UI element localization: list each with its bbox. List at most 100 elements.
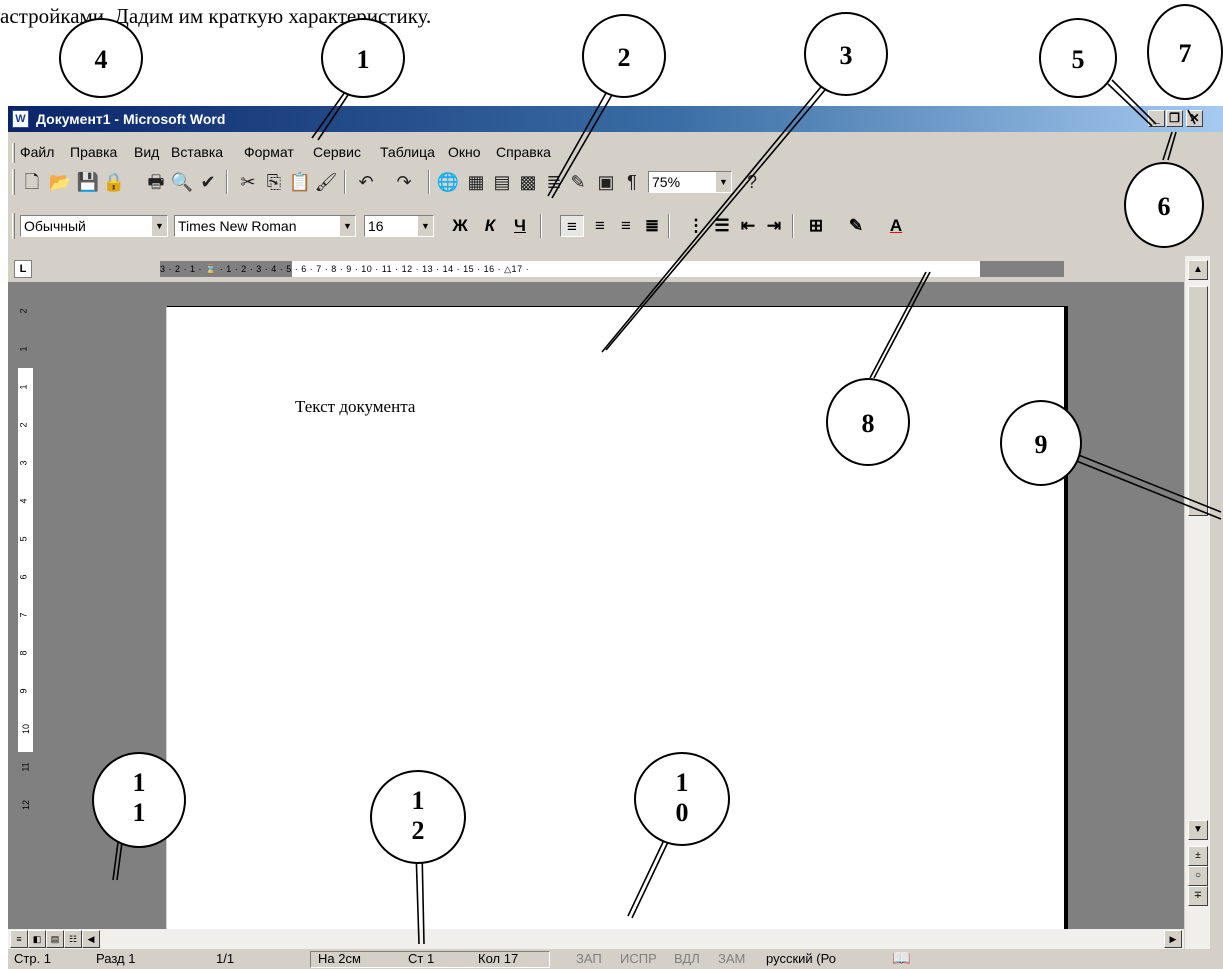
zoom-combo[interactable]: 75% ▼ <box>648 171 732 193</box>
paste-icon[interactable]: 📋 <box>288 170 312 194</box>
scroll-up-icon[interactable]: ▲ <box>1188 260 1208 280</box>
align-left-icon[interactable]: ≡ <box>560 215 584 237</box>
help-icon[interactable]: ? <box>740 170 764 194</box>
browse-object-icon[interactable]: ○ <box>1188 866 1208 886</box>
scroll-thumb[interactable] <box>1188 286 1208 516</box>
print-icon[interactable]: 🖶 <box>144 170 168 194</box>
callout-10-digit-2: 0 <box>675 798 689 827</box>
callout-10-digit-1: 1 <box>675 768 689 797</box>
minimize-button[interactable]: _ <box>1148 110 1165 127</box>
toolbar-grip[interactable] <box>12 169 15 195</box>
document-area: 2 1 1 2 3 4 5 6 7 8 9 10 11 12 Текст документа <box>8 282 1184 929</box>
toolbar-separator <box>668 214 670 238</box>
horizontal-scrollbar[interactable]: ≡ ◧ ▤ ☷ ◀ ▶ <box>8 929 1184 949</box>
menu-insert[interactable]: Вставка <box>171 144 223 160</box>
menu-view[interactable]: Вид <box>134 144 159 160</box>
menu-file[interactable]: Файл <box>20 144 54 160</box>
show-formatting-icon[interactable]: ¶ <box>620 170 644 194</box>
font-combo[interactable]: Times New Roman ▼ <box>174 215 356 237</box>
decrease-indent-icon[interactable]: ⇤ <box>736 215 760 237</box>
underline-button[interactable]: Ч <box>508 215 532 237</box>
status-col: Кол 17 <box>478 951 519 966</box>
undo-icon[interactable]: ↶ <box>354 170 378 194</box>
borders-icon[interactable]: ⊞ <box>804 215 828 237</box>
chevron-down-icon[interactable]: ▼ <box>339 216 355 236</box>
insert-table-icon[interactable]: ▤ <box>490 170 514 194</box>
status-ovr[interactable]: ЗАМ <box>718 949 745 969</box>
next-page-icon[interactable]: ∓ <box>1188 886 1208 906</box>
vertical-ruler-number: 6 <box>18 574 29 580</box>
increase-indent-icon[interactable]: ⇥ <box>762 215 786 237</box>
columns-icon[interactable]: ≣ <box>542 170 566 194</box>
normal-view-icon[interactable]: ≡ <box>10 930 28 948</box>
tab-selector[interactable]: L <box>14 260 32 278</box>
menu-format[interactable]: Формат <box>244 144 294 160</box>
style-combo[interactable]: Обычный ▼ <box>20 215 168 237</box>
new-icon[interactable]: 🗋 <box>20 170 44 194</box>
menu-tools[interactable]: Сервис <box>313 144 361 160</box>
hyperlink-icon[interactable]: 🌐 <box>436 170 460 194</box>
title-bar[interactable]: W Документ1 - Microsoft Word _ ❐ ✕ <box>8 106 1223 132</box>
scroll-right-icon[interactable]: ▶ <box>1164 930 1182 948</box>
toolbar-grip[interactable] <box>12 213 15 239</box>
document-map-icon[interactable]: ▣ <box>594 170 618 194</box>
save-icon[interactable]: 💾 <box>76 170 100 194</box>
size-combo[interactable]: 16 ▼ <box>364 215 434 237</box>
status-trk[interactable]: ИСПР <box>620 949 657 969</box>
align-right-icon[interactable]: ≡ <box>614 215 638 237</box>
scroll-left-icon[interactable]: ◀ <box>82 930 100 948</box>
chevron-down-icon[interactable]: ▼ <box>417 216 433 236</box>
print-layout-icon[interactable]: ▤ <box>46 930 64 948</box>
copy-icon[interactable]: ⎘ <box>262 170 286 194</box>
size-value: 16 <box>368 218 384 234</box>
menu-table[interactable]: Таблица <box>380 144 435 160</box>
status-rec[interactable]: ЗАП <box>576 949 602 969</box>
callout-4: 4 <box>59 18 143 98</box>
word-icon[interactable]: W <box>12 110 29 128</box>
spelling-status-icon[interactable]: 📖 <box>892 949 911 969</box>
web-view-icon[interactable]: ◧ <box>28 930 46 948</box>
document-page[interactable]: Текст документа <box>166 306 1068 929</box>
status-ext[interactable]: ВДЛ <box>674 949 700 969</box>
bullets-icon[interactable]: ☰ <box>710 215 734 237</box>
close-button[interactable]: ✕ <box>1186 110 1203 127</box>
permission-icon[interactable]: 🔒 <box>102 170 126 194</box>
callout-12-digit-1: 1 <box>411 786 425 815</box>
menu-grip[interactable] <box>12 143 15 163</box>
cut-icon[interactable]: ✂ <box>236 170 260 194</box>
tables-borders-icon[interactable]: ▦ <box>464 170 488 194</box>
italic-button[interactable]: К <box>478 215 502 237</box>
drawing-icon[interactable]: ✎ <box>566 170 590 194</box>
scroll-down-icon[interactable]: ▼ <box>1188 820 1208 840</box>
chevron-down-icon[interactable]: ▼ <box>151 216 167 236</box>
insert-excel-icon[interactable]: ▩ <box>516 170 540 194</box>
horizontal-ruler[interactable]: 3 · 2 · 1 · ⌛ · 1 · 2 · 3 · 4 · 5 · 6 · … <box>160 261 1064 277</box>
bold-button[interactable]: Ж <box>448 215 472 237</box>
redo-icon[interactable]: ↷ <box>392 170 416 194</box>
justify-icon[interactable]: ≣ <box>640 215 664 237</box>
document-text[interactable]: Текст документа <box>295 397 415 417</box>
vertical-scrollbar[interactable]: ▲ ▼ ± ○ ∓ <box>1184 256 1210 949</box>
vertical-ruler-number: 2 <box>18 308 29 314</box>
outline-view-icon[interactable]: ☷ <box>64 930 82 948</box>
ruler-numbers: 3 · 2 · 1 · ⌛ · 1 · 2 · 3 · 4 · 5 · 6 · … <box>160 264 530 274</box>
previous-page-icon[interactable]: ± <box>1188 846 1208 866</box>
open-icon[interactable]: 📂 <box>48 170 72 194</box>
status-language[interactable]: русский (Ро <box>766 949 836 969</box>
highlight-icon[interactable]: ✎ <box>844 215 868 237</box>
chevron-down-icon[interactable]: ▼ <box>715 172 731 192</box>
print-preview-icon[interactable]: 🔍 <box>170 170 194 194</box>
standard-toolbar: 🗋 📂 💾 🔒 🖶 🔍 ✔ ✂ ⎘ 📋 🖌 ↶ ↷ 🌐 ▦ ▤ ▩ ≣ ✎ ▣ … <box>8 165 968 199</box>
format-painter-icon[interactable]: 🖌 <box>314 170 338 194</box>
menu-window[interactable]: Окно <box>448 144 481 160</box>
menu-help[interactable]: Справка <box>496 144 551 160</box>
vertical-ruler[interactable]: 2 1 1 2 3 4 5 6 7 8 9 10 11 12 <box>18 292 34 810</box>
restore-button[interactable]: ❐ <box>1166 110 1183 127</box>
numbering-icon[interactable]: ⋮ <box>684 215 708 237</box>
vertical-ruler-number: 2 <box>18 422 29 428</box>
menu-edit[interactable]: Правка <box>70 144 117 160</box>
status-at: На 2см <box>318 951 361 966</box>
align-center-icon[interactable]: ≡ <box>588 215 612 237</box>
spelling-icon[interactable]: ✔ <box>196 170 220 194</box>
font-color-icon[interactable]: A <box>884 215 908 237</box>
